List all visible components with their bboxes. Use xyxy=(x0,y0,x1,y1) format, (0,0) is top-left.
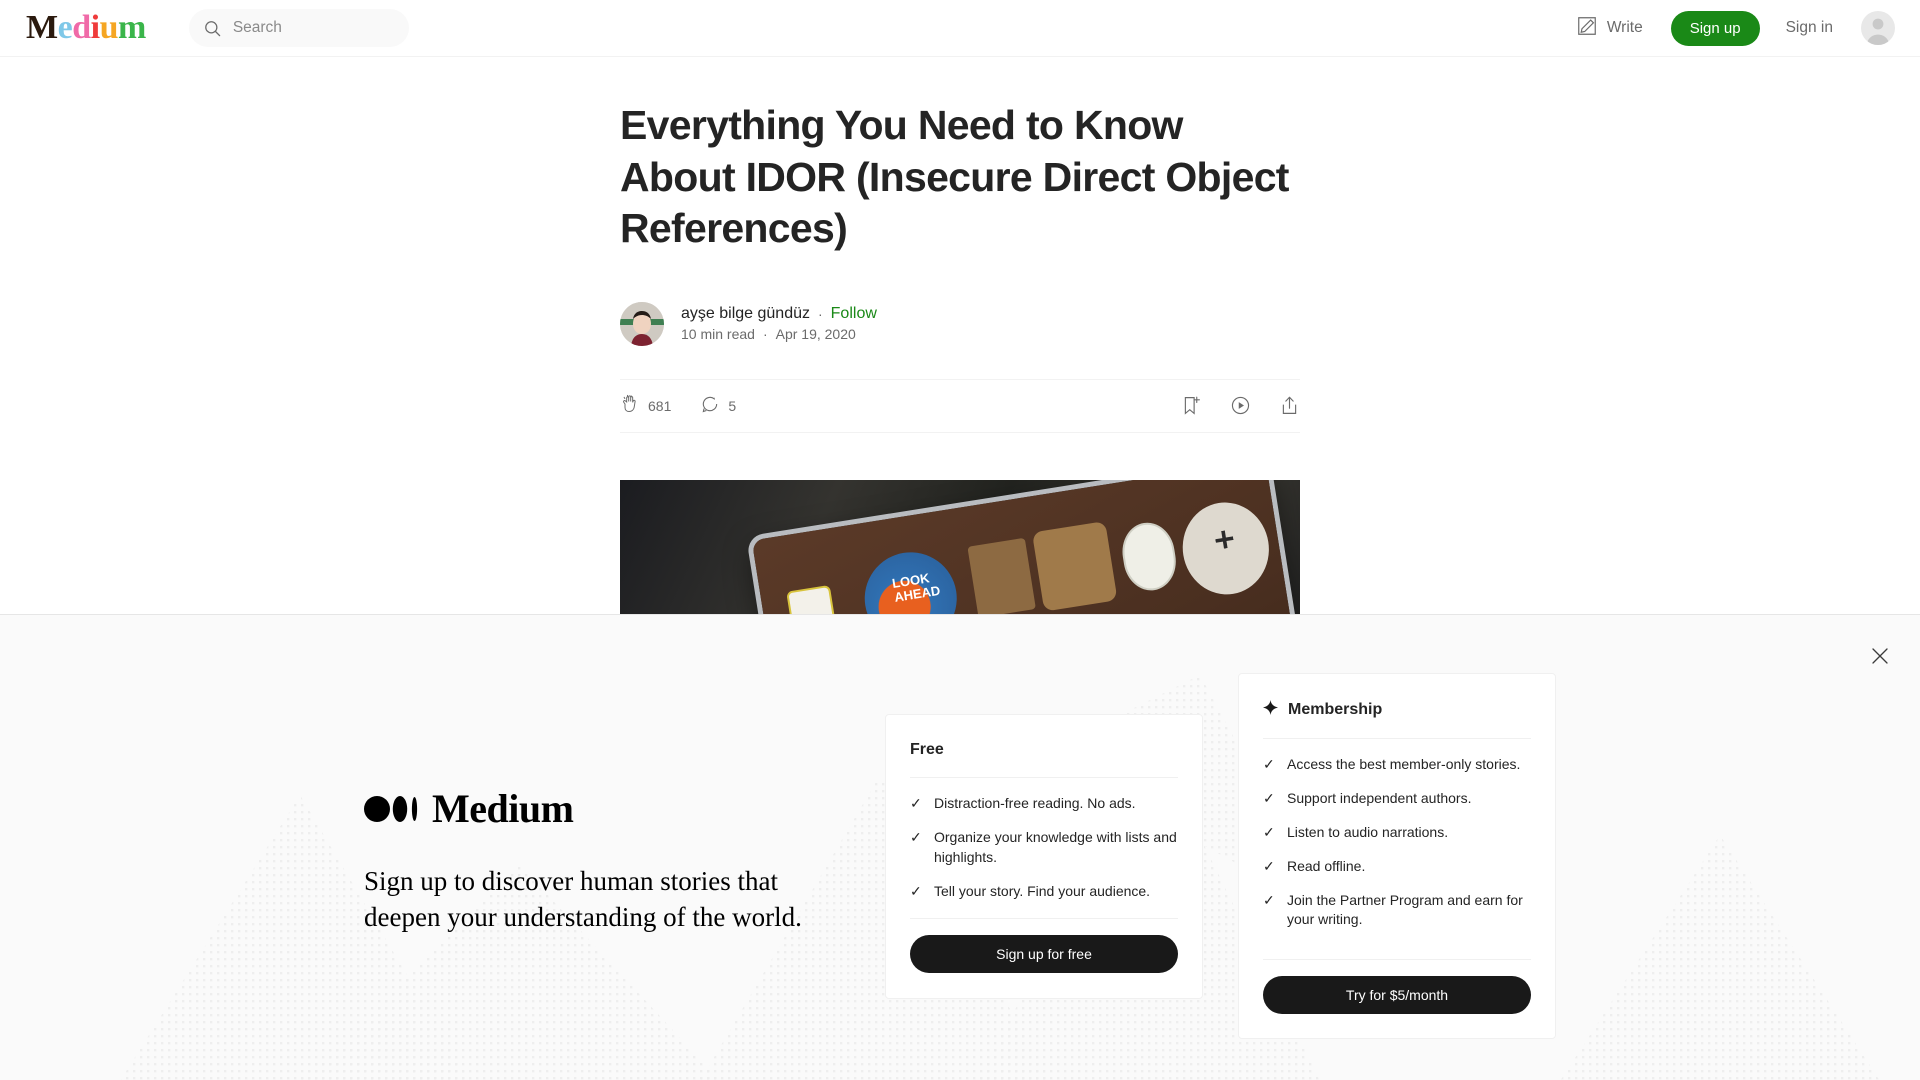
write-label: Write xyxy=(1606,19,1643,36)
membership-card-header: Membership xyxy=(1263,700,1531,720)
list-item: ✓ Read offline. xyxy=(1263,857,1531,877)
header-actions: Write Sign up Sign in xyxy=(1576,10,1895,46)
author-photo xyxy=(620,301,664,346)
paywall-intro: Medium Sign up to discover human stories… xyxy=(364,785,824,936)
medium-mark-icon xyxy=(364,795,418,822)
paywall-tagline: Sign up to discover human stories that d… xyxy=(364,866,802,932)
sticker-minion xyxy=(1118,518,1181,595)
search-input[interactable] xyxy=(232,19,383,37)
engagement-bar: 681 5 xyxy=(620,378,1300,433)
feature-text: Join the Partner Program and earn for yo… xyxy=(1287,891,1523,928)
check-icon: ✓ xyxy=(1263,789,1275,806)
feature-text: Access the best member-only stories. xyxy=(1287,756,1521,772)
byline-separator: · xyxy=(817,306,823,323)
author-avatar[interactable] xyxy=(620,301,664,346)
signup-paywall-overlay: Medium Sign up to discover human stories… xyxy=(0,614,1920,1080)
feature-text: Support independent authors. xyxy=(1287,789,1472,806)
search-box[interactable] xyxy=(188,9,409,47)
feature-text: Organize your knowledge with lists and h… xyxy=(934,828,1177,865)
author-name[interactable]: ayşe bilge gündüz xyxy=(681,305,810,323)
signup-button[interactable]: Sign up xyxy=(1670,10,1760,46)
free-card-header: Free xyxy=(910,741,1178,759)
byline: ayşe bilge gündüz · Follow 10 min read ·… xyxy=(620,301,1300,346)
medium-wordmark-text: Medium xyxy=(432,786,574,831)
play-circle-icon[interactable] xyxy=(1230,395,1251,416)
sticker-brown-round xyxy=(1031,520,1118,612)
feature-text: Listen to audio narrations. xyxy=(1287,823,1449,840)
publish-date: Apr 19, 2020 xyxy=(775,326,856,343)
list-item: ✓ Organize your knowledge with lists and… xyxy=(910,828,1178,868)
divider xyxy=(910,918,1178,919)
clap-icon xyxy=(620,394,640,417)
list-item: ✓ Tell your story. Find your audience. xyxy=(910,882,1178,902)
signin-link[interactable]: Sign in xyxy=(1786,19,1833,37)
site-header: Medium Write Sign up Sign in xyxy=(0,0,1920,57)
meta-separator: · xyxy=(762,326,768,343)
follow-link[interactable]: Follow xyxy=(831,305,877,323)
sparkle-icon xyxy=(1263,700,1278,720)
bookmark-add-icon[interactable] xyxy=(1181,395,1202,416)
logo-letter: m xyxy=(117,9,146,46)
comment-count: 5 xyxy=(728,397,737,414)
logo-letter: d xyxy=(72,9,91,46)
divider xyxy=(910,777,1178,778)
read-time: 10 min read xyxy=(681,326,755,343)
free-feature-list: ✓ Distraction-free reading. No ads. ✓ Or… xyxy=(910,794,1178,902)
try-membership-button[interactable]: Try for $5/month xyxy=(1263,976,1531,1014)
check-icon: ✓ xyxy=(910,828,922,845)
comment-button[interactable]: 5 xyxy=(700,394,736,417)
medium-wordmark: Medium xyxy=(364,785,824,832)
check-icon: ✓ xyxy=(1263,857,1275,874)
feature-text: Tell your story. Find your audience. xyxy=(934,882,1151,899)
write-button[interactable]: Write xyxy=(1576,15,1643,42)
check-icon: ✓ xyxy=(910,795,922,811)
check-icon: ✓ xyxy=(910,882,922,899)
page-title: Everything You Need to Know About IDOR (… xyxy=(620,102,1289,252)
check-icon: ✓ xyxy=(1263,823,1275,840)
membership-feature-list: ✓ Access the best member-only stories. ✓… xyxy=(1263,755,1531,930)
logo-letter: M xyxy=(26,9,58,46)
list-item: ✓ Distraction-free reading. No ads. xyxy=(910,794,1178,814)
medium-logo[interactable]: Medium xyxy=(26,11,146,45)
free-card-title: Free xyxy=(910,741,944,758)
list-item: ✓ Access the best member-only stories. xyxy=(1263,755,1531,775)
logo-letter: e xyxy=(57,9,73,46)
clap-button[interactable]: 681 xyxy=(620,394,671,417)
divider xyxy=(1263,738,1531,739)
user-avatar[interactable] xyxy=(1861,11,1895,45)
pencil-icon xyxy=(1576,15,1598,42)
logo-letter: i xyxy=(90,9,100,46)
search-icon xyxy=(203,19,222,38)
divider xyxy=(1263,959,1531,960)
sticker-brown-square xyxy=(967,537,1036,618)
comment-icon xyxy=(700,394,720,417)
logo-letter: u xyxy=(99,9,119,46)
article-container: Everything You Need to Know About IDOR (… xyxy=(0,57,1920,710)
share-icon[interactable] xyxy=(1279,395,1300,416)
list-item: ✓ Join the Partner Program and earn for … xyxy=(1263,891,1531,931)
feature-text: Distraction-free reading. No ads. xyxy=(934,795,1136,811)
check-icon: ✓ xyxy=(1263,756,1275,772)
list-item: ✓ Support independent authors. xyxy=(1263,789,1531,809)
membership-plan-card: Membership ✓ Access the best member-only… xyxy=(1238,673,1556,1039)
signup-for-free-button[interactable]: Sign up for free xyxy=(910,935,1178,973)
free-plan-card: Free ✓ Distraction-free reading. No ads.… xyxy=(885,714,1203,999)
membership-card-title: Membership xyxy=(1288,701,1383,718)
clap-count: 681 xyxy=(648,397,672,414)
list-item: ✓ Listen to audio narrations. xyxy=(1263,823,1531,843)
feature-text: Read offline. xyxy=(1287,857,1366,874)
paywall-content: Medium Sign up to discover human stories… xyxy=(0,615,1920,1080)
sticker-wikipedia xyxy=(1176,496,1276,601)
check-icon: ✓ xyxy=(1263,891,1275,908)
avatar-placeholder-icon xyxy=(1867,18,1889,45)
